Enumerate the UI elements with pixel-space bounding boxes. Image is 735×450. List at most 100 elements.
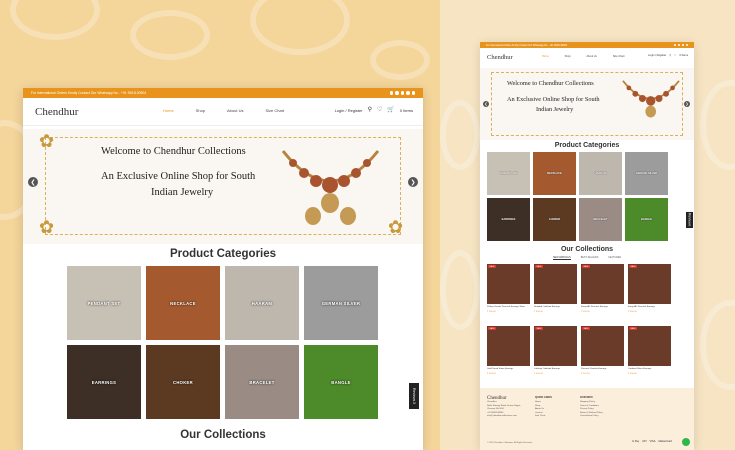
category-label: EARRINGS xyxy=(501,218,516,221)
footer-link[interactable]: Size Chart xyxy=(535,415,552,417)
nav-item-about[interactable]: About Us xyxy=(227,108,243,113)
product-name[interactable]: Pinkey Jhumki Peacock Earrings Silver xyxy=(487,306,530,309)
pinterest-icon[interactable] xyxy=(411,91,415,95)
product-card[interactable]: SALE Oxidized Silver Earrings ₹ 450.00 xyxy=(628,326,671,384)
category-label: HAARAM xyxy=(594,172,607,175)
product-card[interactable]: SALE Kemp AD Peacock Earrings ₹ 650.00 xyxy=(581,264,624,322)
twitter-icon[interactable] xyxy=(395,91,399,95)
product-image[interactable]: SALE xyxy=(628,326,671,366)
category-tile-bracelet[interactable]: BRACELET xyxy=(225,345,299,419)
cart-count[interactable]: 0 Items xyxy=(679,54,688,57)
heart-icon[interactable]: ♡ xyxy=(377,107,382,113)
product-card[interactable]: SALE Peacock Jhumka Earrings ₹ 450.00 xyxy=(581,326,624,384)
category-tile-choker[interactable]: CHOKER xyxy=(533,198,576,241)
category-label: GERMAN SILVER xyxy=(635,172,658,175)
footer-link[interactable]: Shop xyxy=(535,405,552,407)
product-card[interactable]: SALE Gold Toned Stone Earrings ₹ 450.00 xyxy=(487,326,530,384)
product-name[interactable]: Peacock Jhumka Earrings xyxy=(581,368,624,371)
login-link[interactable]: Login / Register xyxy=(648,54,666,57)
product-image[interactable]: SALE xyxy=(487,264,530,304)
slider-next-button[interactable]: ❯ xyxy=(684,101,690,107)
product-image[interactable]: SALE xyxy=(534,264,577,304)
search-icon[interactable]: ⚲ xyxy=(669,54,671,57)
product-name[interactable]: Gold Toned Stone Earrings xyxy=(487,368,530,371)
footer-link[interactable]: Terms & Conditions xyxy=(580,405,603,407)
tab-best-sellers[interactable]: BEST SELLERS xyxy=(581,256,599,260)
product-image[interactable]: SALE xyxy=(581,264,624,304)
category-tile-choker[interactable]: CHOKER xyxy=(146,345,220,419)
twitter-icon[interactable] xyxy=(678,44,680,46)
category-tile-german-silver[interactable]: GERMAN SILVER xyxy=(625,152,668,195)
footer-link[interactable]: Home xyxy=(535,401,552,403)
youtube-icon[interactable] xyxy=(406,91,410,95)
tab-featured[interactable]: FEATURED xyxy=(608,256,621,260)
category-tile-german-silver[interactable]: GERMAN SILVER xyxy=(304,266,378,340)
whatsapp-icon[interactable] xyxy=(682,438,690,446)
category-tile-bangle[interactable]: BANGLE xyxy=(625,198,668,241)
facebook-icon[interactable] xyxy=(389,91,393,95)
reviews-side-tab[interactable]: Reviews 3 xyxy=(409,383,419,409)
category-tile-pendant-set[interactable]: PENDANT SET xyxy=(67,266,141,340)
youtube-icon[interactable] xyxy=(686,44,688,46)
product-name[interactable]: Studded Oxidized Earrings xyxy=(534,306,577,309)
footer-link[interactable]: About Us xyxy=(535,408,552,410)
hero-subtitle-line2: Indian Jewelry xyxy=(536,106,574,113)
nav-item-shop[interactable]: Shop xyxy=(565,55,571,58)
product-image[interactable]: SALE xyxy=(628,264,671,304)
login-link[interactable]: Login / Register xyxy=(335,108,363,113)
category-tile-bracelet[interactable]: BRACELET xyxy=(579,198,622,241)
nav-item-about[interactable]: About Us xyxy=(587,55,597,58)
category-tile-earrings[interactable]: EARRINGS xyxy=(67,345,141,419)
product-card[interactable]: SALE Kemp AD Peacock Earrings ₹ 650.00 xyxy=(628,264,671,322)
product-image[interactable]: SALE xyxy=(487,326,530,366)
category-tile-earrings[interactable]: EARRINGS xyxy=(487,198,530,241)
nav-item-home[interactable]: Home xyxy=(163,108,174,113)
facebook-icon[interactable] xyxy=(674,44,676,46)
main-nav: Chendhur Home Shop About Us Size Chart L… xyxy=(480,48,694,66)
footer-link[interactable]: Cancellation Policy xyxy=(580,415,603,417)
footer-address-line: Nothi Shenoy Road, Sriram Nagar, xyxy=(487,404,521,407)
product-image[interactable]: SALE xyxy=(534,326,577,366)
cart-count[interactable]: 0 Items xyxy=(400,108,413,113)
category-label: EARRINGS xyxy=(91,379,117,385)
heart-icon[interactable]: ♡ xyxy=(674,54,676,57)
product-image[interactable]: SALE xyxy=(581,326,624,366)
category-tile-haaram[interactable]: HAARAM xyxy=(579,152,622,195)
nav-item-size-chart[interactable]: Size Chart xyxy=(265,108,284,113)
slider-prev-button[interactable]: ❮ xyxy=(28,177,38,187)
footer-link[interactable]: Shipping Policy xyxy=(580,401,603,403)
product-name[interactable]: Lakshmi Oxidized Earrings xyxy=(534,368,577,371)
category-tile-necklace[interactable]: NECKLACE xyxy=(146,266,220,340)
nav-item-shop[interactable]: Shop xyxy=(196,108,205,113)
footer-link[interactable]: Privacy Policy xyxy=(580,408,603,410)
product-card[interactable]: SALE Studded Oxidized Earrings ₹ 450.00 xyxy=(534,264,577,322)
footer-col-quick-links: QUICK LINKS Home Shop About Us Contact S… xyxy=(535,396,552,419)
instagram-icon[interactable] xyxy=(400,91,404,95)
product-name[interactable]: Kemp AD Peacock Earrings xyxy=(581,306,624,309)
category-tile-haaram[interactable]: HAARAM xyxy=(225,266,299,340)
search-icon[interactable]: ⚲ xyxy=(368,107,372,113)
category-tile-bangle[interactable]: BANGLE xyxy=(304,345,378,419)
product-card[interactable]: SALE Lakshmi Oxidized Earrings ₹ 450.00 xyxy=(534,326,577,384)
nav-item-size-chart[interactable]: Size Chart xyxy=(613,55,625,58)
slider-next-button[interactable]: ❯ xyxy=(408,177,418,187)
site-logo[interactable]: Chendhur xyxy=(487,54,513,61)
site-logo[interactable]: Chendhur xyxy=(35,106,78,118)
footer-link[interactable]: Return & Refund Policy xyxy=(580,412,603,414)
necklace-image xyxy=(281,150,380,225)
reviews-side-tab[interactable]: Reviews xyxy=(686,212,693,228)
slider-prev-button[interactable]: ❮ xyxy=(483,101,489,107)
cart-icon[interactable]: 🛒 xyxy=(387,107,394,113)
product-card[interactable]: SALE Pinkey Jhumki Peacock Earrings Silve… xyxy=(487,264,530,322)
footer-email[interactable]: info@chendhurcollections.com xyxy=(487,415,521,417)
tab-new-arrivals[interactable]: NEW ARRIVALS xyxy=(552,256,571,260)
instagram-icon[interactable] xyxy=(682,44,684,46)
product-name[interactable]: Oxidized Silver Earrings xyxy=(628,368,671,371)
category-tile-necklace[interactable]: NECKLACE xyxy=(533,152,576,195)
category-tile-pendant-set[interactable]: PENDANT SET xyxy=(487,152,530,195)
footer-link[interactable]: Contact xyxy=(535,412,552,414)
categories-title: Product Categories xyxy=(169,248,277,260)
nav-item-home[interactable]: Home xyxy=(542,55,549,58)
product-name[interactable]: Kemp AD Peacock Earrings xyxy=(628,306,671,309)
chain-decoration xyxy=(440,250,480,330)
